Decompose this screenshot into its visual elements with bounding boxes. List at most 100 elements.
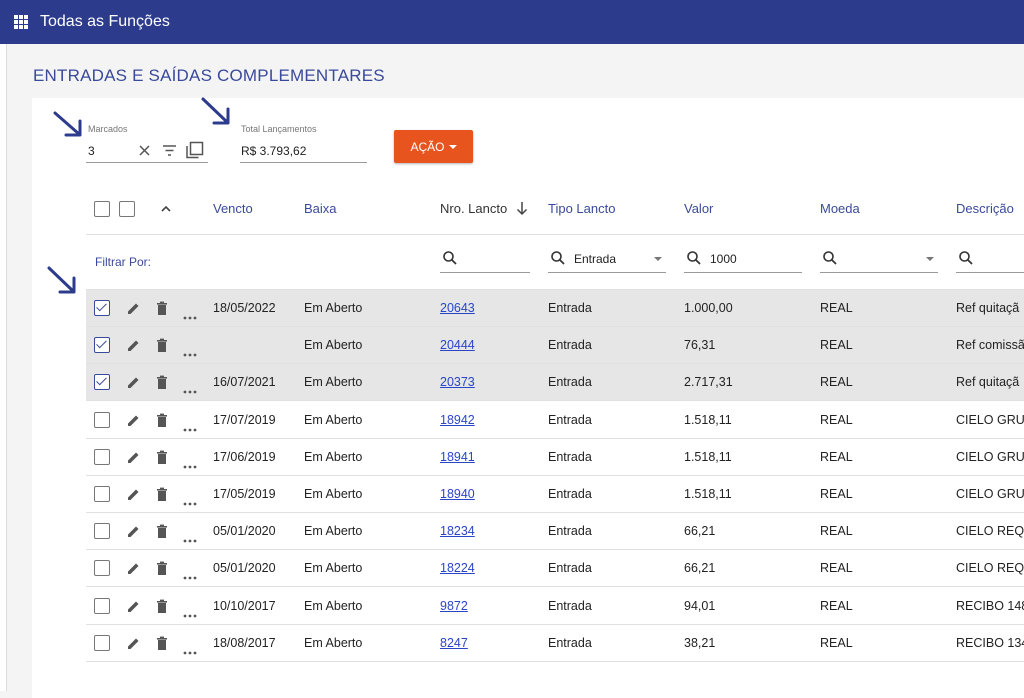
cell-nro-link[interactable]: 9872 [440,599,468,613]
select-all-checkbox[interactable] [94,201,110,217]
cell-baixa: Em Aberto [304,487,363,501]
delete-trash-icon[interactable] [155,524,169,544]
row-checkbox[interactable] [94,597,110,614]
action-button[interactable]: AÇÃO [394,130,473,163]
cell-nro-link[interactable]: 18942 [440,413,475,427]
cell-nro-link[interactable]: 8247 [440,636,468,650]
column-header-nro[interactable]: Nro. Lancto [440,201,507,216]
more-options-icon[interactable] [183,307,197,325]
cell-nro-link[interactable]: 20373 [440,375,475,389]
more-options-icon[interactable] [183,642,197,660]
search-icon [823,251,837,265]
cell-nro-link[interactable]: 18234 [440,524,475,538]
filter-moeda-select[interactable] [820,244,938,273]
edit-pencil-icon[interactable] [126,450,141,470]
delete-trash-icon[interactable] [155,375,169,395]
delete-trash-icon[interactable] [155,636,169,656]
table-row[interactable]: 05/01/2020 Em Aberto 18234 Entrada 66,21 REAL… [86,513,1024,551]
delete-trash-icon[interactable] [155,561,169,581]
cell-tipo: Entrada [548,635,592,650]
row-divider [86,660,1024,662]
table-row[interactable]: 05/01/2020 Em Aberto 18224 Entrada 66,21 REAL… [86,550,1024,588]
table-row[interactable]: 18/05/2022 Em Aberto 20643 Entrada 1.000,00 R… [86,290,1024,327]
more-options-icon[interactable] [183,605,197,623]
edit-pencil-icon[interactable] [126,338,141,358]
copy-icon[interactable] [185,141,204,159]
more-options-icon[interactable] [183,567,197,585]
app-title[interactable]: Todas as Funções [40,13,170,31]
more-options-icon[interactable] [183,530,197,548]
delete-trash-icon[interactable] [155,301,169,321]
edit-pencil-icon[interactable] [126,375,141,395]
table-row[interactable]: 17/05/2019 Em Aberto 18940 Entrada 1.518,11 R… [86,476,1024,513]
filter-valor-input[interactable]: 1000 [684,244,802,273]
cell-vencto: 16/07/2021 [213,375,276,390]
chevron-up-icon[interactable] [160,204,172,213]
delete-trash-icon[interactable] [155,487,169,507]
select-page-checkbox[interactable] [119,201,135,217]
cell-nro-link[interactable]: 18224 [440,561,475,575]
table-row[interactable]: Em Aberto 20444 Entrada 76,31 REAL Ref comiss… [86,327,1024,365]
sort-down-icon[interactable] [516,201,528,216]
edit-pencil-icon[interactable] [126,413,141,433]
filter-tipo-select[interactable]: Entrada [548,244,666,273]
more-options-icon[interactable] [183,493,197,511]
filter-descricao-input[interactable] [956,244,1024,273]
row-checkbox[interactable] [94,448,110,465]
edit-pencil-icon[interactable] [126,561,141,581]
row-checkbox[interactable] [94,374,110,391]
column-header-tipo[interactable]: Tipo Lancto [548,201,615,216]
cell-nro-link[interactable]: 18940 [440,487,475,501]
total-underline [240,162,367,163]
apps-grid-icon[interactable] [14,15,28,29]
cell-nro-link[interactable]: 20444 [440,338,475,352]
cell-nro-link[interactable]: 20643 [440,301,475,315]
column-header-vencto[interactable]: Vencto [213,201,253,216]
more-options-icon[interactable] [183,419,197,437]
column-header-moeda[interactable]: Moeda [820,201,860,216]
filter-nro-input[interactable] [440,244,530,273]
row-checkbox[interactable] [94,300,110,316]
edit-pencil-icon[interactable] [126,636,141,656]
edit-pencil-icon[interactable] [126,487,141,507]
cell-descricao-wrap: CIELO GRUP [956,439,1024,476]
cell-baixa: Em Aberto [304,635,363,650]
cell-descricao-wrap: Ref quitaçã [956,364,1024,401]
marcados-value[interactable]: 3 [88,144,95,158]
column-header-baixa[interactable]: Baixa [304,201,337,216]
row-checkbox[interactable] [94,634,110,651]
cell-tipo: Entrada [548,301,592,315]
table-row[interactable]: 16/07/2021 Em Aberto 20373 Entrada 2.717,31 R… [86,364,1024,402]
row-checkbox[interactable] [94,523,110,540]
table-row[interactable]: 17/07/2019 Em Aberto 18942 Entrada 1.518,11 R… [86,402,1024,439]
delete-trash-icon[interactable] [155,599,169,619]
cell-baixa: Em Aberto [304,412,363,427]
more-options-icon[interactable] [183,456,197,474]
annotation-arrow-icon [47,266,76,294]
row-checkbox[interactable] [94,560,110,577]
clear-icon[interactable] [138,144,151,157]
delete-trash-icon[interactable] [155,338,169,358]
row-checkbox[interactable] [94,486,110,502]
edit-pencil-icon[interactable] [126,524,141,544]
cell-descricao-wrap: RECIBO 148 [956,588,1024,625]
row-checkbox[interactable] [94,337,110,354]
column-header-descricao[interactable]: Descrição [956,201,1014,216]
more-options-icon[interactable] [183,381,197,399]
table-row[interactable]: 18/08/2017 Em Aberto 8247 Entrada 38,21 REAL R… [86,625,1024,662]
delete-trash-icon[interactable] [155,450,169,470]
row-checkbox[interactable] [94,411,110,428]
column-header-valor[interactable]: Valor [684,201,713,216]
cell-descricao: RECIBO 148 [956,598,1024,613]
filter-valor-value: 1000 [710,252,737,266]
filter-icon[interactable] [162,144,177,157]
edit-pencil-icon[interactable] [126,599,141,619]
cell-nro-link[interactable]: 18941 [440,450,475,464]
more-options-icon[interactable] [183,344,197,362]
edit-pencil-icon[interactable] [126,301,141,321]
table-row[interactable]: 17/06/2019 Em Aberto 18941 Entrada 1.518,11 R… [86,439,1024,476]
cell-tipo: Entrada [548,561,592,576]
table-row[interactable]: 10/10/2017 Em Aberto 9872 Entrada 94,01 REAL R… [86,588,1024,625]
cell-baixa: Em Aberto [304,301,363,315]
delete-trash-icon[interactable] [155,413,169,433]
